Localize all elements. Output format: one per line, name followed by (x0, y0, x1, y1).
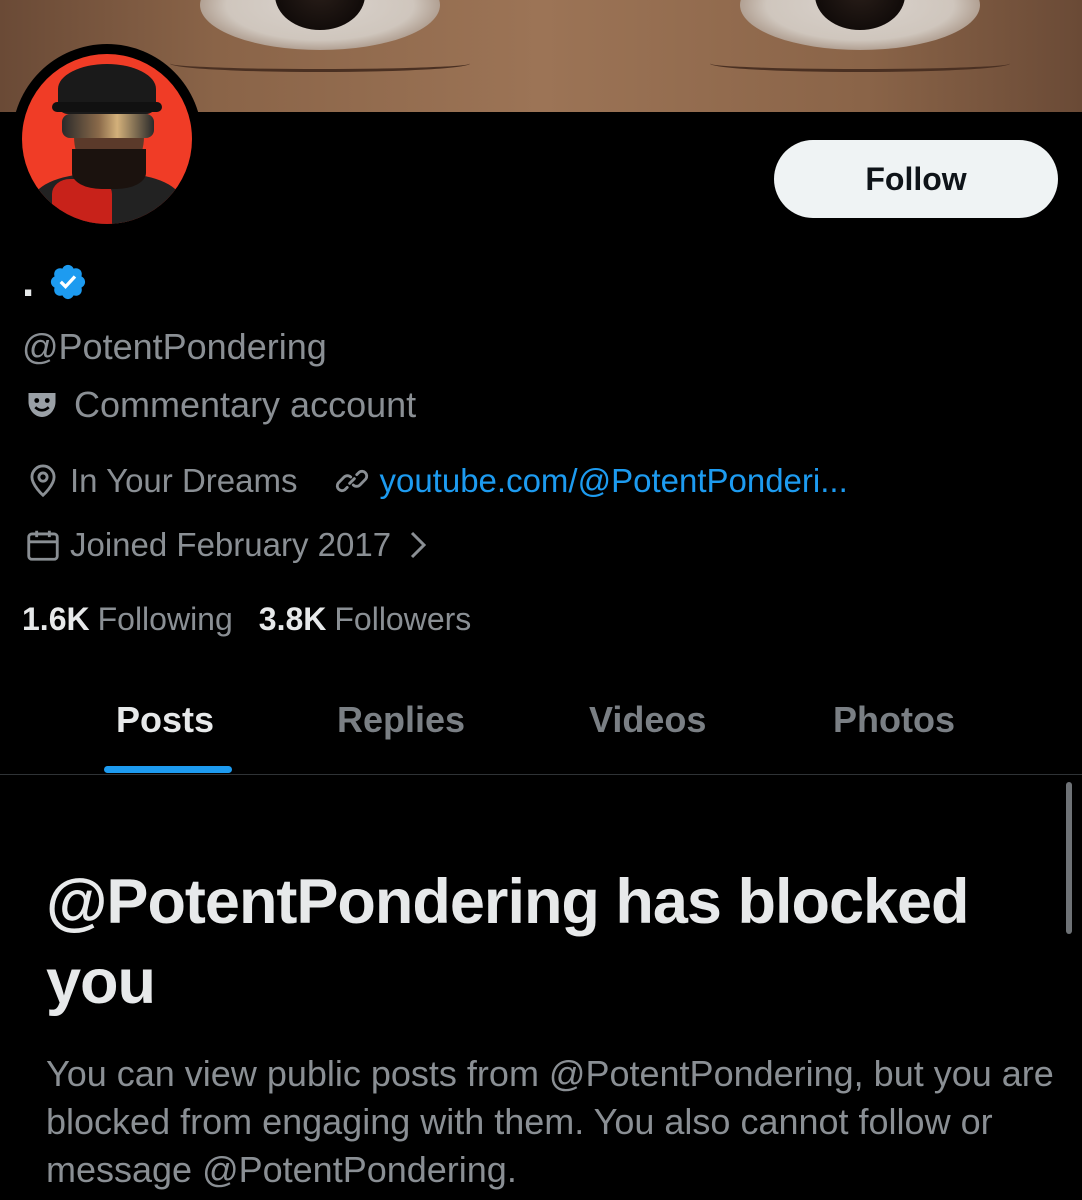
tab-replies[interactable]: Replies (337, 670, 465, 770)
following-count: 1.6K (22, 601, 90, 637)
location-pin-icon (30, 464, 56, 498)
profile-name-row: . (22, 258, 88, 306)
banner-eye-left (200, 0, 440, 50)
link-icon (336, 469, 369, 493)
account-label-row[interactable]: Commentary account (24, 384, 416, 426)
tab-posts[interactable]: Posts (116, 670, 214, 770)
location-item: In Your Dreams (24, 462, 297, 500)
website-item[interactable]: youtube.com/@PotentPonderi... (333, 462, 848, 500)
website-link[interactable]: youtube.com/@PotentPonderi... (379, 462, 847, 500)
blocked-description: You can view public posts from @PotentPo… (46, 1053, 1054, 1190)
account-label-text: Commentary account (74, 384, 417, 425)
scrollbar[interactable] (1066, 782, 1072, 934)
profile-tabs: Posts Replies Videos Photos (0, 670, 1082, 775)
joined-row[interactable]: Joined February 2017 (24, 526, 431, 564)
verified-badge-icon[interactable] (48, 262, 88, 302)
profile-meta-row: In Your Dreams youtube.com/@PotentPonder… (24, 462, 848, 500)
followers-stat[interactable]: 3.8K Followers (259, 601, 472, 638)
profile-handle: @PotentPondering (22, 326, 327, 367)
tab-photos[interactable]: Photos (833, 670, 955, 770)
following-label: Following (97, 601, 233, 637)
blocked-title: @PotentPondering has blocked you (46, 867, 970, 1017)
tab-videos[interactable]: Videos (589, 670, 706, 770)
following-stat[interactable]: 1.6K Following (22, 601, 233, 638)
display-name: . (22, 257, 35, 306)
avatar[interactable] (22, 54, 192, 224)
theater-mask-icon (28, 393, 56, 417)
followers-label: Followers (334, 601, 472, 637)
joined-text: Joined February 2017 (70, 526, 392, 563)
followers-count: 3.8K (258, 601, 327, 637)
banner-eye-right (740, 0, 980, 50)
chevron-right-icon (410, 531, 427, 559)
location-text: In Your Dreams (70, 462, 298, 499)
calendar-icon (27, 530, 59, 561)
follow-stats: 1.6K Following 3.8K Followers (22, 601, 471, 638)
active-tab-indicator (104, 766, 232, 773)
follow-button[interactable]: Follow (774, 140, 1058, 218)
